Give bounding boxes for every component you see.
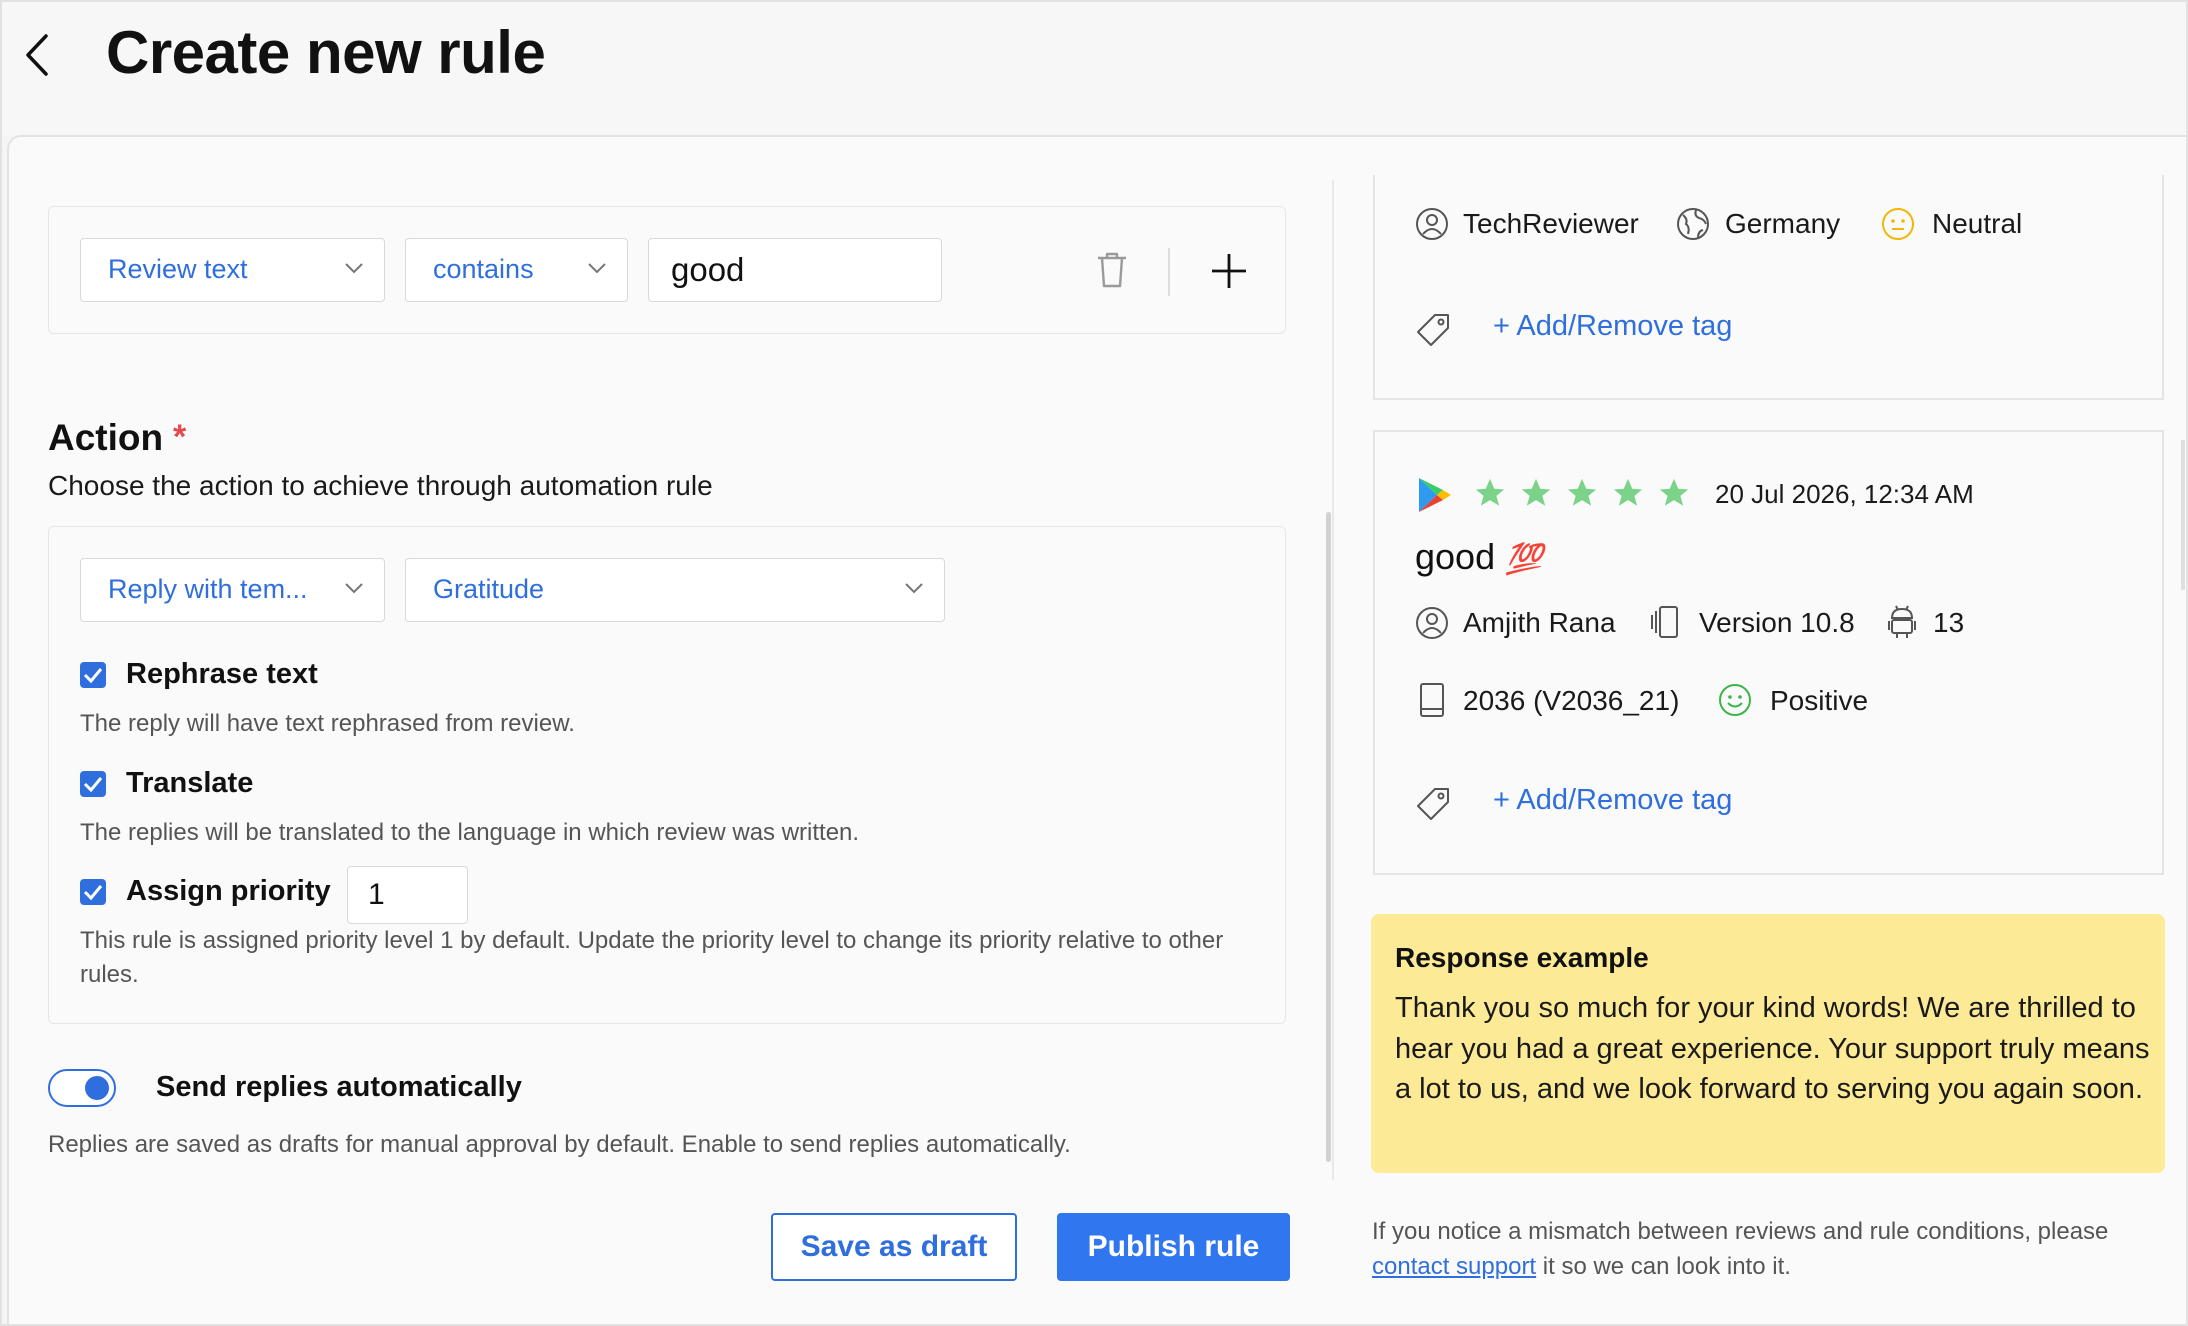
column-divider bbox=[1332, 180, 1334, 1180]
translate-label: Translate bbox=[126, 767, 254, 799]
rephrase-checkbox[interactable] bbox=[80, 662, 106, 688]
priority-description: This rule is assigned priority level 1 b… bbox=[80, 927, 1224, 988]
chevron-down-icon bbox=[345, 263, 363, 274]
footnote-text-before: If you notice a mismatch between reviews… bbox=[1372, 1218, 2109, 1245]
neutral-face-icon bbox=[1882, 208, 1914, 240]
review-title-text: good bbox=[1415, 536, 1496, 577]
chevron-down-icon bbox=[345, 583, 363, 594]
auto-send-description: Replies are saved as drafts for manual a… bbox=[48, 1131, 1071, 1158]
star-icon bbox=[1659, 478, 1689, 506]
priority-label: Assign priority bbox=[126, 875, 331, 907]
star-icon bbox=[1521, 478, 1551, 506]
add-condition-button[interactable] bbox=[1210, 252, 1248, 295]
scrollbar[interactable] bbox=[2181, 440, 2185, 590]
star-icon bbox=[1567, 478, 1597, 506]
toggle-knob bbox=[85, 1076, 109, 1100]
tag-icon bbox=[1417, 788, 1449, 820]
review-title: good 💯 bbox=[1415, 536, 1542, 578]
condition-field-value: Review text bbox=[108, 254, 248, 284]
reviewer-country: Germany bbox=[1725, 208, 1841, 239]
translate-checkbox[interactable] bbox=[80, 771, 106, 797]
page-title: Create new rule bbox=[106, 19, 546, 86]
check-icon bbox=[83, 777, 103, 793]
app-version-icon bbox=[1651, 606, 1678, 638]
response-example-title: Response example bbox=[1395, 942, 1649, 973]
auto-send-label: Send replies automatically bbox=[156, 1071, 522, 1103]
star-icon bbox=[1613, 478, 1643, 506]
scrollbar[interactable] bbox=[1326, 512, 1331, 1162]
back-button[interactable] bbox=[16, 30, 60, 80]
add-remove-tag-link[interactable]: + Add/Remove tag bbox=[1493, 310, 1732, 343]
tag-icon bbox=[1417, 314, 1449, 346]
star-icon bbox=[1475, 478, 1505, 506]
rephrase-description: The reply will have text rephrased from … bbox=[80, 710, 575, 737]
action-type-select[interactable]: Reply with tem... bbox=[80, 558, 385, 622]
add-remove-tag-link[interactable]: + Add/Remove tag bbox=[1493, 784, 1732, 817]
required-mark: * bbox=[173, 418, 187, 456]
footnote-text-after: it so we can look into it. bbox=[1536, 1253, 1791, 1280]
hundred-points-emoji: 💯 bbox=[1505, 543, 1543, 576]
priority-checkbox[interactable] bbox=[80, 879, 106, 905]
template-select[interactable]: Gratitude bbox=[405, 558, 945, 622]
reviewer-name: Amjith Rana bbox=[1463, 607, 1616, 638]
action-subtitle: Choose the action to achieve through aut… bbox=[48, 470, 713, 501]
trash-icon bbox=[1098, 252, 1126, 288]
device-icon bbox=[1420, 683, 1444, 717]
auto-send-toggle[interactable] bbox=[48, 1069, 116, 1107]
positive-face-icon bbox=[1719, 684, 1751, 716]
template-value: Gratitude bbox=[433, 574, 545, 604]
star-rating bbox=[1473, 476, 1691, 510]
reviewer-name: TechReviewer bbox=[1463, 208, 1639, 239]
check-icon bbox=[83, 885, 103, 901]
condition-operator-select[interactable]: contains bbox=[405, 238, 628, 302]
android-icon bbox=[1888, 605, 1916, 638]
save-draft-button[interactable]: Save as draft bbox=[771, 1213, 1017, 1281]
condition-operator-value: contains bbox=[433, 254, 534, 284]
mismatch-footnote: If you notice a mismatch between reviews… bbox=[1372, 1214, 2172, 1284]
user-icon bbox=[1416, 607, 1448, 639]
os-version: 13 bbox=[1933, 607, 1965, 638]
globe-icon bbox=[1677, 208, 1709, 240]
publish-rule-button[interactable]: Publish rule bbox=[1057, 1213, 1290, 1281]
condition-field-select[interactable]: Review text bbox=[80, 238, 385, 302]
user-icon bbox=[1416, 208, 1448, 240]
response-example-box: Response example Thank you so much for y… bbox=[1371, 914, 2165, 1173]
device-model: 2036 (V2036_21) bbox=[1463, 685, 1680, 716]
chevron-down-icon bbox=[905, 583, 923, 594]
sentiment-label: Neutral bbox=[1932, 208, 2023, 239]
chevron-left-icon bbox=[26, 34, 48, 76]
chevron-down-icon bbox=[588, 263, 606, 274]
check-icon bbox=[83, 668, 103, 684]
sentiment-label: Positive bbox=[1770, 685, 1869, 716]
rephrase-label: Rephrase text bbox=[126, 658, 318, 690]
divider bbox=[1168, 248, 1170, 296]
condition-value-input[interactable] bbox=[648, 238, 942, 302]
action-section-title: Action bbox=[48, 417, 164, 458]
translate-description: The replies will be translated to the la… bbox=[80, 819, 860, 846]
contact-support-link[interactable]: contact support bbox=[1372, 1253, 1536, 1280]
google-play-icon bbox=[1419, 478, 1451, 512]
plus-icon bbox=[1212, 254, 1246, 288]
page-header: Create new rule bbox=[0, 0, 2188, 135]
app-version: Version 10.8 bbox=[1699, 607, 1855, 638]
action-type-value: Reply with tem... bbox=[108, 574, 308, 604]
priority-input[interactable] bbox=[347, 866, 468, 924]
response-example-text: Thank you so much for your kind words! W… bbox=[1395, 992, 2150, 1105]
delete-condition-button[interactable] bbox=[1095, 250, 1129, 295]
review-date: 20 Jul 2026, 12:34 AM bbox=[1715, 479, 1974, 509]
